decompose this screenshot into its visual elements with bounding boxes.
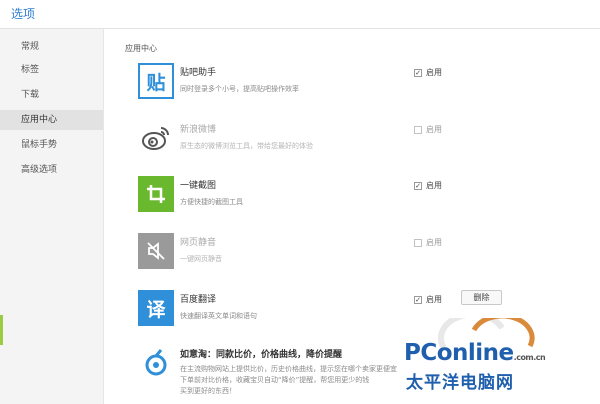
app-desc: 方便快捷的截图工具 (180, 198, 243, 206)
enable-label[interactable]: 启用 (426, 124, 442, 135)
app-desc: 在主流购物网站上提供比价，历史价格曲线，提示您在哪个卖家更便宜 (180, 365, 397, 373)
pconline-watermark: PConline.com.cn 太平洋电脑网 (402, 311, 562, 398)
app-name: 一键截图 (180, 181, 217, 191)
app-item-tieba: 贴 贴吧助手 同时登录多个小号，提高贴吧操作效率 ✓ 启用 (138, 63, 558, 113)
enable-label[interactable]: 启用 (426, 237, 442, 248)
app-desc-line2: 下单前对比价格，收藏宝贝自动“降价”提醒，帮您用更少的钱 (180, 376, 370, 384)
enable-checkbox[interactable] (414, 239, 422, 247)
watermark-domain: .com.cn (513, 353, 546, 362)
sidebar: 常规 标签 下载 应用中心 鼠标手势 高级选项 (0, 29, 104, 404)
sidebar-item-tabs[interactable]: 标签 (0, 60, 103, 80)
enable-checkbox[interactable]: ✓ (414, 296, 422, 304)
sidebar-item-download[interactable]: 下载 (0, 85, 103, 105)
app-item-screenshot: 一键截图 方便快捷的截图工具 ✓ 启用 (138, 176, 558, 226)
app-name: 网页静音 (180, 238, 217, 248)
enable-checkbox[interactable]: ✓ (414, 182, 422, 190)
sidebar-item-general[interactable]: 常规 (0, 37, 103, 57)
enable-checkbox[interactable] (414, 126, 422, 134)
watermark-brand: PConline (404, 340, 514, 366)
weibo-icon (138, 120, 174, 156)
enable-label[interactable]: 启用 (426, 294, 442, 305)
crop-icon (138, 176, 174, 212)
mute-icon (138, 233, 174, 269)
sidebar-item-app-center[interactable]: 应用中心 (0, 110, 103, 130)
enable-label[interactable]: 启用 (426, 180, 442, 191)
window-title: 选项 (11, 7, 36, 21)
enable-label[interactable]: 启用 (426, 67, 442, 78)
section-title: 应用中心 (125, 44, 157, 53)
title-bar: 选项 (0, 0, 600, 29)
app-name: 新浪微博 (180, 125, 217, 135)
sidebar-item-advanced[interactable]: 高级选项 (0, 160, 103, 180)
app-desc: 一键网页静音 (180, 255, 222, 263)
app-desc: 原生态的微博浏览工具，带给您最好的体验 (180, 142, 313, 150)
app-desc: 同时登录多个小号，提高贴吧操作效率 (180, 85, 299, 93)
tieba-icon: 贴 (138, 63, 174, 99)
ruyitao-icon (138, 345, 174, 381)
app-desc-line3: 买到更好的东西！ (180, 387, 236, 395)
sidebar-item-mouse-gestures[interactable]: 鼠标手势 (0, 135, 103, 155)
app-desc: 快速翻译英文单词和语句 (180, 312, 257, 320)
sidebar-accent (0, 315, 3, 345)
app-name: 百度翻译 (180, 295, 217, 305)
watermark-subtitle: 太平洋电脑网 (406, 373, 514, 393)
app-name: 如意淘：同款比价，价格曲线，降价提醒 (180, 350, 343, 360)
remove-button[interactable]: 删除 (461, 290, 502, 305)
enable-checkbox[interactable]: ✓ (414, 69, 422, 77)
app-item-mute: 网页静音 一键网页静音 启用 (138, 233, 558, 283)
translate-icon: 译 (138, 290, 174, 326)
app-item-weibo: 新浪微博 原生态的微博浏览工具，带给您最好的体验 启用 (138, 120, 558, 170)
app-name: 贴吧助手 (180, 68, 217, 78)
